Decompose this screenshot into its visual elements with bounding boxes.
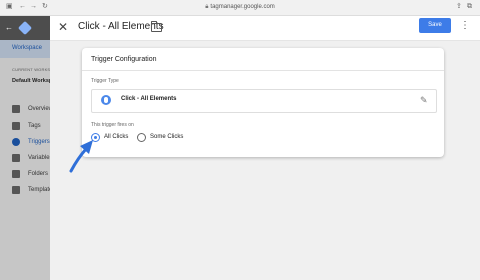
radio-button-unchecked[interactable] [137,133,146,142]
fires-on-label: This trigger fires on [91,122,134,128]
sidebar-item-overview[interactable]: Overview [0,103,53,117]
edit-pencil-icon[interactable]: ✎ [420,94,428,106]
address-bar[interactable]: 🔒︎ tagmanager.google.com [0,3,480,11]
tab-workspace-label: Workspace [12,45,42,51]
radio-label: Some Clicks [150,134,184,140]
click-trigger-icon [101,95,111,105]
tabs-icon[interactable]: ⧉ [467,3,472,11]
folder-icon[interactable] [151,21,162,32]
overview-icon [12,105,20,113]
sidebar: ← Workspace CURRENT WORKSPACE Default Wo… [0,16,62,280]
folder-icon [12,170,20,178]
url-text: tagmanager.google.com [210,4,275,10]
sidebar-header: ← [0,16,50,40]
sidebar-item-folders[interactable]: Folders [0,168,50,182]
lock-icon: 🔒︎ [205,4,209,10]
sidebar-item-tags[interactable]: Tags [0,120,50,134]
trigger-type-selector[interactable]: Click - All Elements ✎ [91,89,437,113]
sidebar-item-label: Folders [28,171,49,177]
radio-some-clicks[interactable]: Some Clicks [137,133,197,143]
save-button[interactable]: Save [419,18,451,33]
trigger-configuration-card: Trigger Configuration Trigger Type Click… [82,48,444,157]
browser-toolbar: ▣ ← → ↻ 🔒︎ tagmanager.google.com ⇪ ⧉ [0,0,480,16]
sidebar-item-triggers[interactable]: Triggers [0,136,50,150]
sidebar-item-variables[interactable]: Variables [0,152,53,166]
back-arrow-icon[interactable]: ← [5,23,13,33]
trigger-type-name: Click - All Elements [121,96,177,102]
sidebar-item-label: Triggers [28,139,50,145]
sidebar-item-label: Variables [28,155,53,161]
radio-label: All Clicks [104,134,129,140]
sidebar-item-label: Tags [28,123,41,129]
gtm-logo-icon [17,20,33,36]
trigger-icon [12,138,20,146]
more-vert-icon[interactable]: ⋮ [460,20,470,32]
close-icon[interactable]: ✕ [58,19,68,35]
tag-icon [12,122,20,130]
tab-workspace[interactable]: Workspace [0,40,50,58]
card-title: Trigger Configuration [91,56,157,63]
divider [82,70,444,71]
variable-icon [12,154,20,162]
trigger-type-label: Trigger Type [91,78,119,84]
radio-button-checked[interactable] [91,133,100,142]
share-icon[interactable]: ⇪ [456,3,462,11]
trigger-editor-header: ✕ Click - All Elements Save ⋮ [50,16,480,41]
sidebar-item-templates[interactable]: Templates [0,184,55,198]
template-icon [12,186,20,194]
